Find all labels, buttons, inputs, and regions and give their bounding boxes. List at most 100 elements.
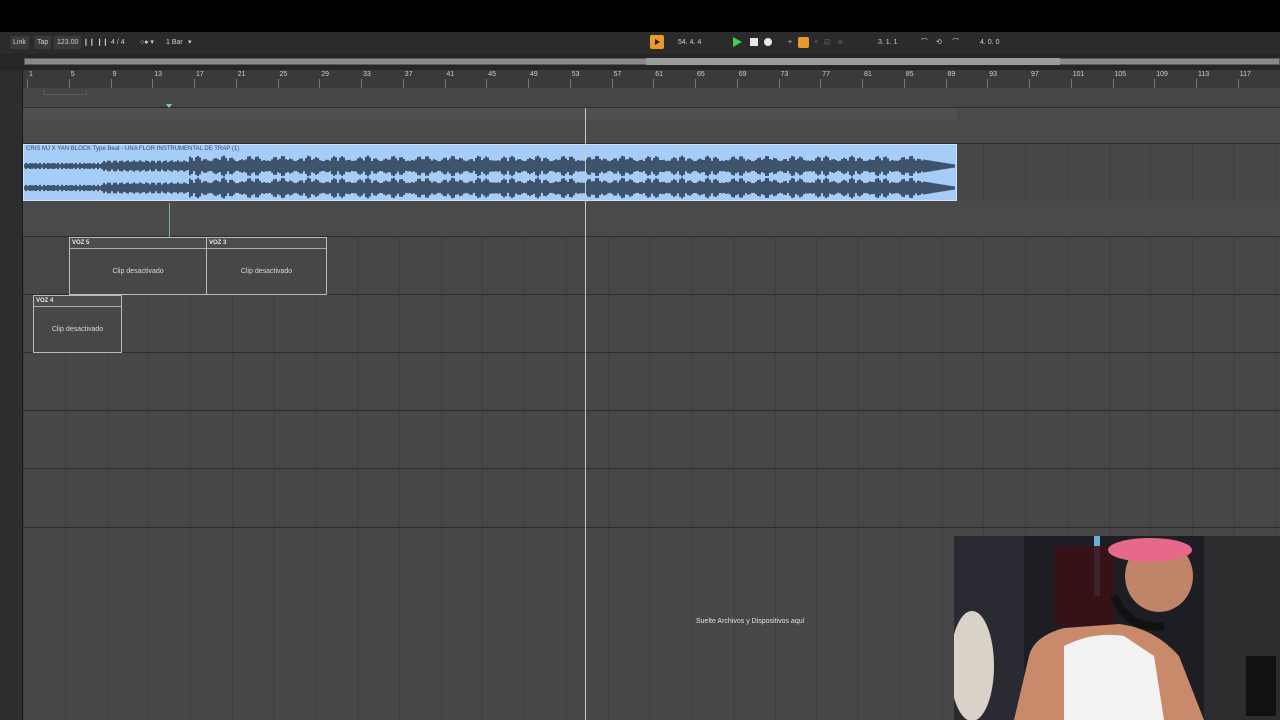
webcam-overlay [954, 536, 1280, 720]
ruler-tick [1237, 79, 1239, 88]
beat-time-ruler[interactable]: 1 5 9 13 17 21 25 29 33 37 41 45 49 53 57 61 65 69 73 77 81 8… [23, 70, 1280, 89]
ruler-tick [361, 79, 362, 88]
track-lane-empty-1[interactable] [23, 353, 1280, 411]
arrangement-record-button[interactable] [650, 35, 664, 49]
time-signature-field[interactable]: 4 / 4 [111, 36, 125, 49]
ruler-label: 73 [780, 71, 789, 78]
session-record-icon[interactable]: ○ [838, 36, 842, 49]
loop-toggle-icon[interactable]: ⟲ [936, 36, 942, 49]
ruler-tick [736, 79, 738, 88]
top-black-bar [0, 0, 1280, 32]
track-lane-empty-2[interactable] [23, 411, 1280, 469]
audio-clip-title: CRIS MJ X YAN BLOCK Type Beat - UNA FLOR… [26, 146, 240, 152]
waveform [24, 155, 955, 199]
locator-line [169, 203, 170, 237]
ruler-tick [903, 79, 905, 88]
track-lane-voz4[interactable] [23, 295, 1280, 353]
ruler-tick [945, 79, 947, 88]
tap-button[interactable]: Tap [34, 36, 52, 49]
clip-voz-3[interactable]: VOZ 3 Clip desactivado [206, 237, 327, 295]
left-panel-strip [0, 54, 23, 720]
waveform-path [24, 155, 955, 199]
ruler-label: 37 [404, 71, 413, 78]
overview-visible-range[interactable] [646, 58, 1060, 65]
ruler-label: 5 [70, 71, 75, 78]
ruler-label: 69 [738, 71, 747, 78]
ruler-label: 33 [363, 71, 371, 78]
clip-disabled-label: Clip desactivado [112, 267, 164, 275]
clip-disabled-label: Clip desactivado [240, 267, 293, 275]
track-lane-empty-3[interactable] [23, 469, 1280, 528]
ruler-label: 97 [1031, 71, 1039, 78]
ruler-label: 25 [279, 71, 288, 78]
ruler-label: 57 [613, 71, 622, 78]
ruler-label: 93 [989, 71, 998, 78]
record-button[interactable] [764, 38, 772, 46]
ruler-label: 89 [947, 71, 956, 78]
reenable-automation-icon[interactable]: + [814, 36, 818, 49]
ruler-label: 9 [112, 71, 117, 78]
ruler-tick [68, 79, 70, 88]
tempo-field[interactable]: 123.00 [54, 36, 82, 49]
nudge-icon[interactable]: ❙❙ ❙❙ [83, 36, 108, 49]
ruler-tick [277, 79, 279, 88]
play-arrow-icon [655, 39, 660, 45]
ruler-tick [987, 79, 989, 88]
loop-start-field[interactable]: 3. 1. 1 [878, 36, 897, 49]
automation-arm-icon[interactable] [798, 37, 809, 48]
ruler-tick [235, 79, 237, 88]
stop-button[interactable] [750, 38, 758, 46]
overdub-icon[interactable]: + [788, 36, 792, 49]
ruler-tick [402, 79, 404, 88]
locator-lane[interactable] [23, 88, 1280, 108]
ruler-tick [27, 79, 28, 88]
ruler-label: 117 [1239, 71, 1251, 78]
ruler-label: 49 [530, 71, 538, 78]
ruler-label: 41 [446, 71, 455, 78]
ruler-label: 17 [196, 71, 204, 78]
ruler-tick [653, 79, 655, 88]
playhead-line [585, 108, 586, 720]
ruler-label: 85 [905, 71, 914, 78]
ruler-label: 13 [154, 71, 163, 78]
master-track-region [23, 108, 957, 120]
ruler-tick [152, 79, 154, 88]
song-position-field[interactable]: 54. 4. 4 [678, 36, 701, 49]
ruler-label: 21 [237, 71, 246, 78]
chevron-down-icon[interactable]: ▾ [188, 36, 192, 49]
ruler-tick [528, 79, 529, 88]
ruler-label: 61 [655, 71, 664, 78]
loop-brace[interactable] [43, 90, 87, 95]
audio-clip[interactable]: CRIS MJ X YAN BLOCK Type Beat - UNA FLOR… [23, 144, 957, 201]
ruler-tick [1154, 79, 1156, 88]
ruler-tick [1112, 79, 1114, 88]
ruler-tick [820, 79, 822, 88]
capture-midi-icon[interactable]: ⊡ [824, 36, 830, 49]
clip-voz-5[interactable]: VOZ 5 Clip desactivado [69, 237, 207, 295]
ruler-label: 1 [29, 71, 33, 78]
master-lane[interactable] [23, 108, 1280, 144]
loop-length-field[interactable]: 4. 0. 0 [980, 36, 999, 49]
ruler-label: 77 [822, 71, 831, 78]
webcam-image [954, 536, 1280, 720]
ruler-label: 101 [1072, 71, 1085, 78]
ruler-tick [110, 79, 112, 88]
metronome-icon[interactable]: ○● ▾ [140, 36, 154, 49]
ruler-tick [444, 79, 446, 88]
link-button[interactable]: Link [10, 36, 29, 49]
audio-track-lane-bottom[interactable] [23, 201, 1280, 237]
quantize-menu[interactable]: 1 Bar [166, 36, 183, 49]
ruler-tick [862, 79, 863, 88]
play-button[interactable] [733, 37, 742, 47]
ruler-label: 113 [1198, 71, 1210, 78]
punch-out-icon[interactable]: ⌒ [952, 36, 959, 49]
punch-in-icon[interactable]: ⌒ [921, 36, 928, 49]
arrangement-overview[interactable] [0, 54, 1280, 70]
ruler-label: 29 [321, 71, 330, 78]
ruler-tick [778, 79, 780, 88]
ruler-tick [569, 79, 571, 88]
clip-voz-4[interactable]: VOZ 4 Clip desactivado [33, 295, 122, 353]
ruler-tick [1029, 79, 1030, 88]
ruler-label: 65 [697, 71, 705, 78]
ruler-tick [611, 79, 613, 88]
